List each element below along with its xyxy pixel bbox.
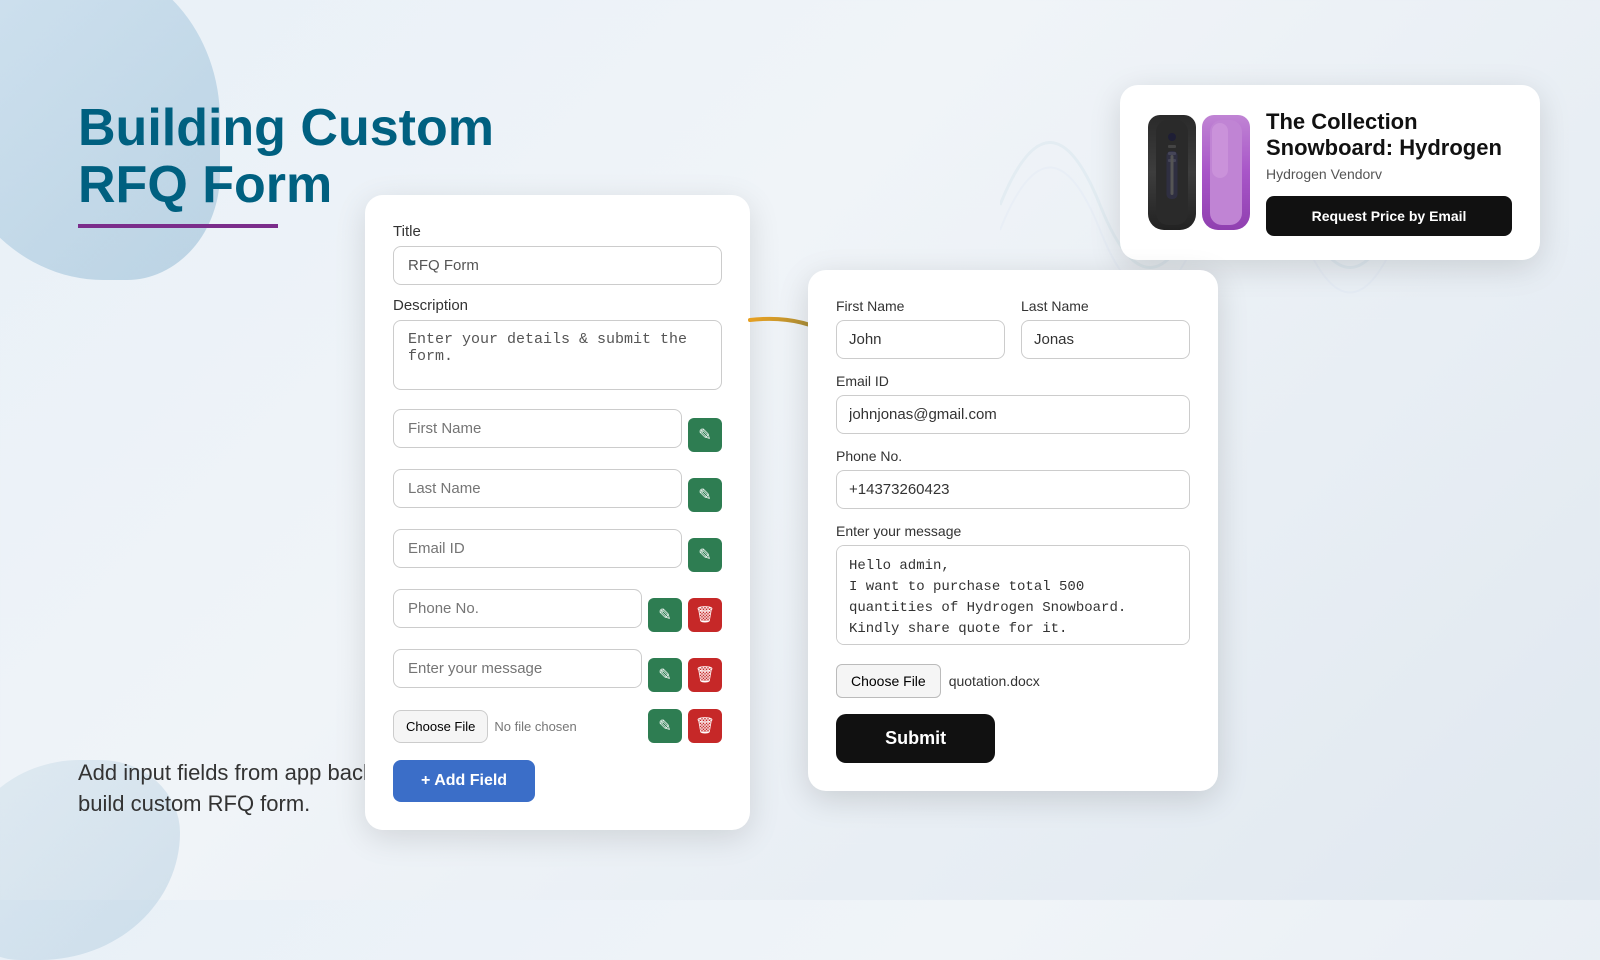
file-no-chosen: No file chosen [494,719,642,734]
delete-file-button[interactable]: 🗑 [688,709,722,743]
add-field-button[interactable]: + Add Field [393,760,535,802]
field-row-phone: ✎ 🗑 [393,589,722,640]
snowboard-purple-image [1202,115,1250,230]
edit-email-button[interactable]: ✎ [688,538,722,572]
rfq-file-row: Choose File quotation.docx [836,664,1190,698]
product-info: The Collection Snowboard: Hydrogen Hydro… [1266,109,1512,236]
heading-line2: RFQ Form [78,156,332,214]
product-card: The Collection Snowboard: Hydrogen Hydro… [1120,85,1540,260]
snowboard-dark-image [1148,115,1196,230]
delete-phone-button[interactable]: 🗑 [688,598,722,632]
rfq-firstname-group: First Name [836,298,1005,359]
rfq-phone-group: Phone No. [836,448,1190,509]
edit-phone-button[interactable]: ✎ [648,598,682,632]
rfq-email-input[interactable] [836,395,1190,434]
rfq-name-row: First Name Last Name [836,298,1190,359]
rfq-form-card: First Name Last Name Email ID Phone No. … [808,270,1218,791]
field-message-input[interactable] [393,649,642,688]
field-row-firstname: ✎ [393,409,722,460]
heading-underline [78,224,278,228]
field-lastname-input[interactable] [393,469,682,508]
description-textarea[interactable] [393,320,722,390]
field-firstname-input[interactable] [393,409,682,448]
product-vendor: Hydrogen Vendorv [1266,166,1512,182]
rfq-email-label: Email ID [836,373,1190,389]
field-email-input[interactable] [393,529,682,568]
file-upload-row: Choose File No file chosen ✎ 🗑 [393,709,722,743]
field-phone-input[interactable] [393,589,642,628]
rfq-email-group: Email ID [836,373,1190,434]
rfq-lastname-input[interactable] [1021,320,1190,359]
rfq-phone-input[interactable] [836,470,1190,509]
form-builder-card: Title Description ✎ ✎ ✎ ✎ 🗑 ✎ 🗑 Choose F… [365,195,750,830]
edit-message-button[interactable]: ✎ [648,658,682,692]
rfq-lastname-label: Last Name [1021,298,1190,314]
rfq-message-textarea[interactable]: Hello admin, I want to purchase total 50… [836,545,1190,645]
title-label: Title [393,223,722,240]
rfq-submit-button[interactable]: Submit [836,714,995,763]
product-title: The Collection Snowboard: Hydrogen [1266,109,1512,162]
rfq-lastname-group: Last Name [1021,298,1190,359]
product-images [1148,115,1250,230]
delete-message-button[interactable]: 🗑 [688,658,722,692]
choose-file-label[interactable]: Choose File [393,710,488,743]
title-input[interactable] [393,246,722,285]
rfq-firstname-label: First Name [836,298,1005,314]
request-price-button[interactable]: Request Price by Email [1266,196,1512,236]
field-row-lastname: ✎ [393,469,722,520]
edit-lastname-button[interactable]: ✎ [688,478,722,512]
rfq-choose-file-label[interactable]: Choose File [836,664,941,698]
heading-line1: Building Custom [78,99,494,157]
rfq-firstname-input[interactable] [836,320,1005,359]
description-label: Description [393,297,722,314]
field-row-email: ✎ [393,529,722,580]
edit-firstname-button[interactable]: ✎ [688,418,722,452]
rfq-message-group: Enter your message Hello admin, I want t… [836,523,1190,650]
rfq-file-name: quotation.docx [949,673,1040,689]
rfq-phone-label: Phone No. [836,448,1190,464]
field-row-message: ✎ 🗑 [393,649,722,700]
rfq-message-label: Enter your message [836,523,1190,539]
edit-file-button[interactable]: ✎ [648,709,682,743]
